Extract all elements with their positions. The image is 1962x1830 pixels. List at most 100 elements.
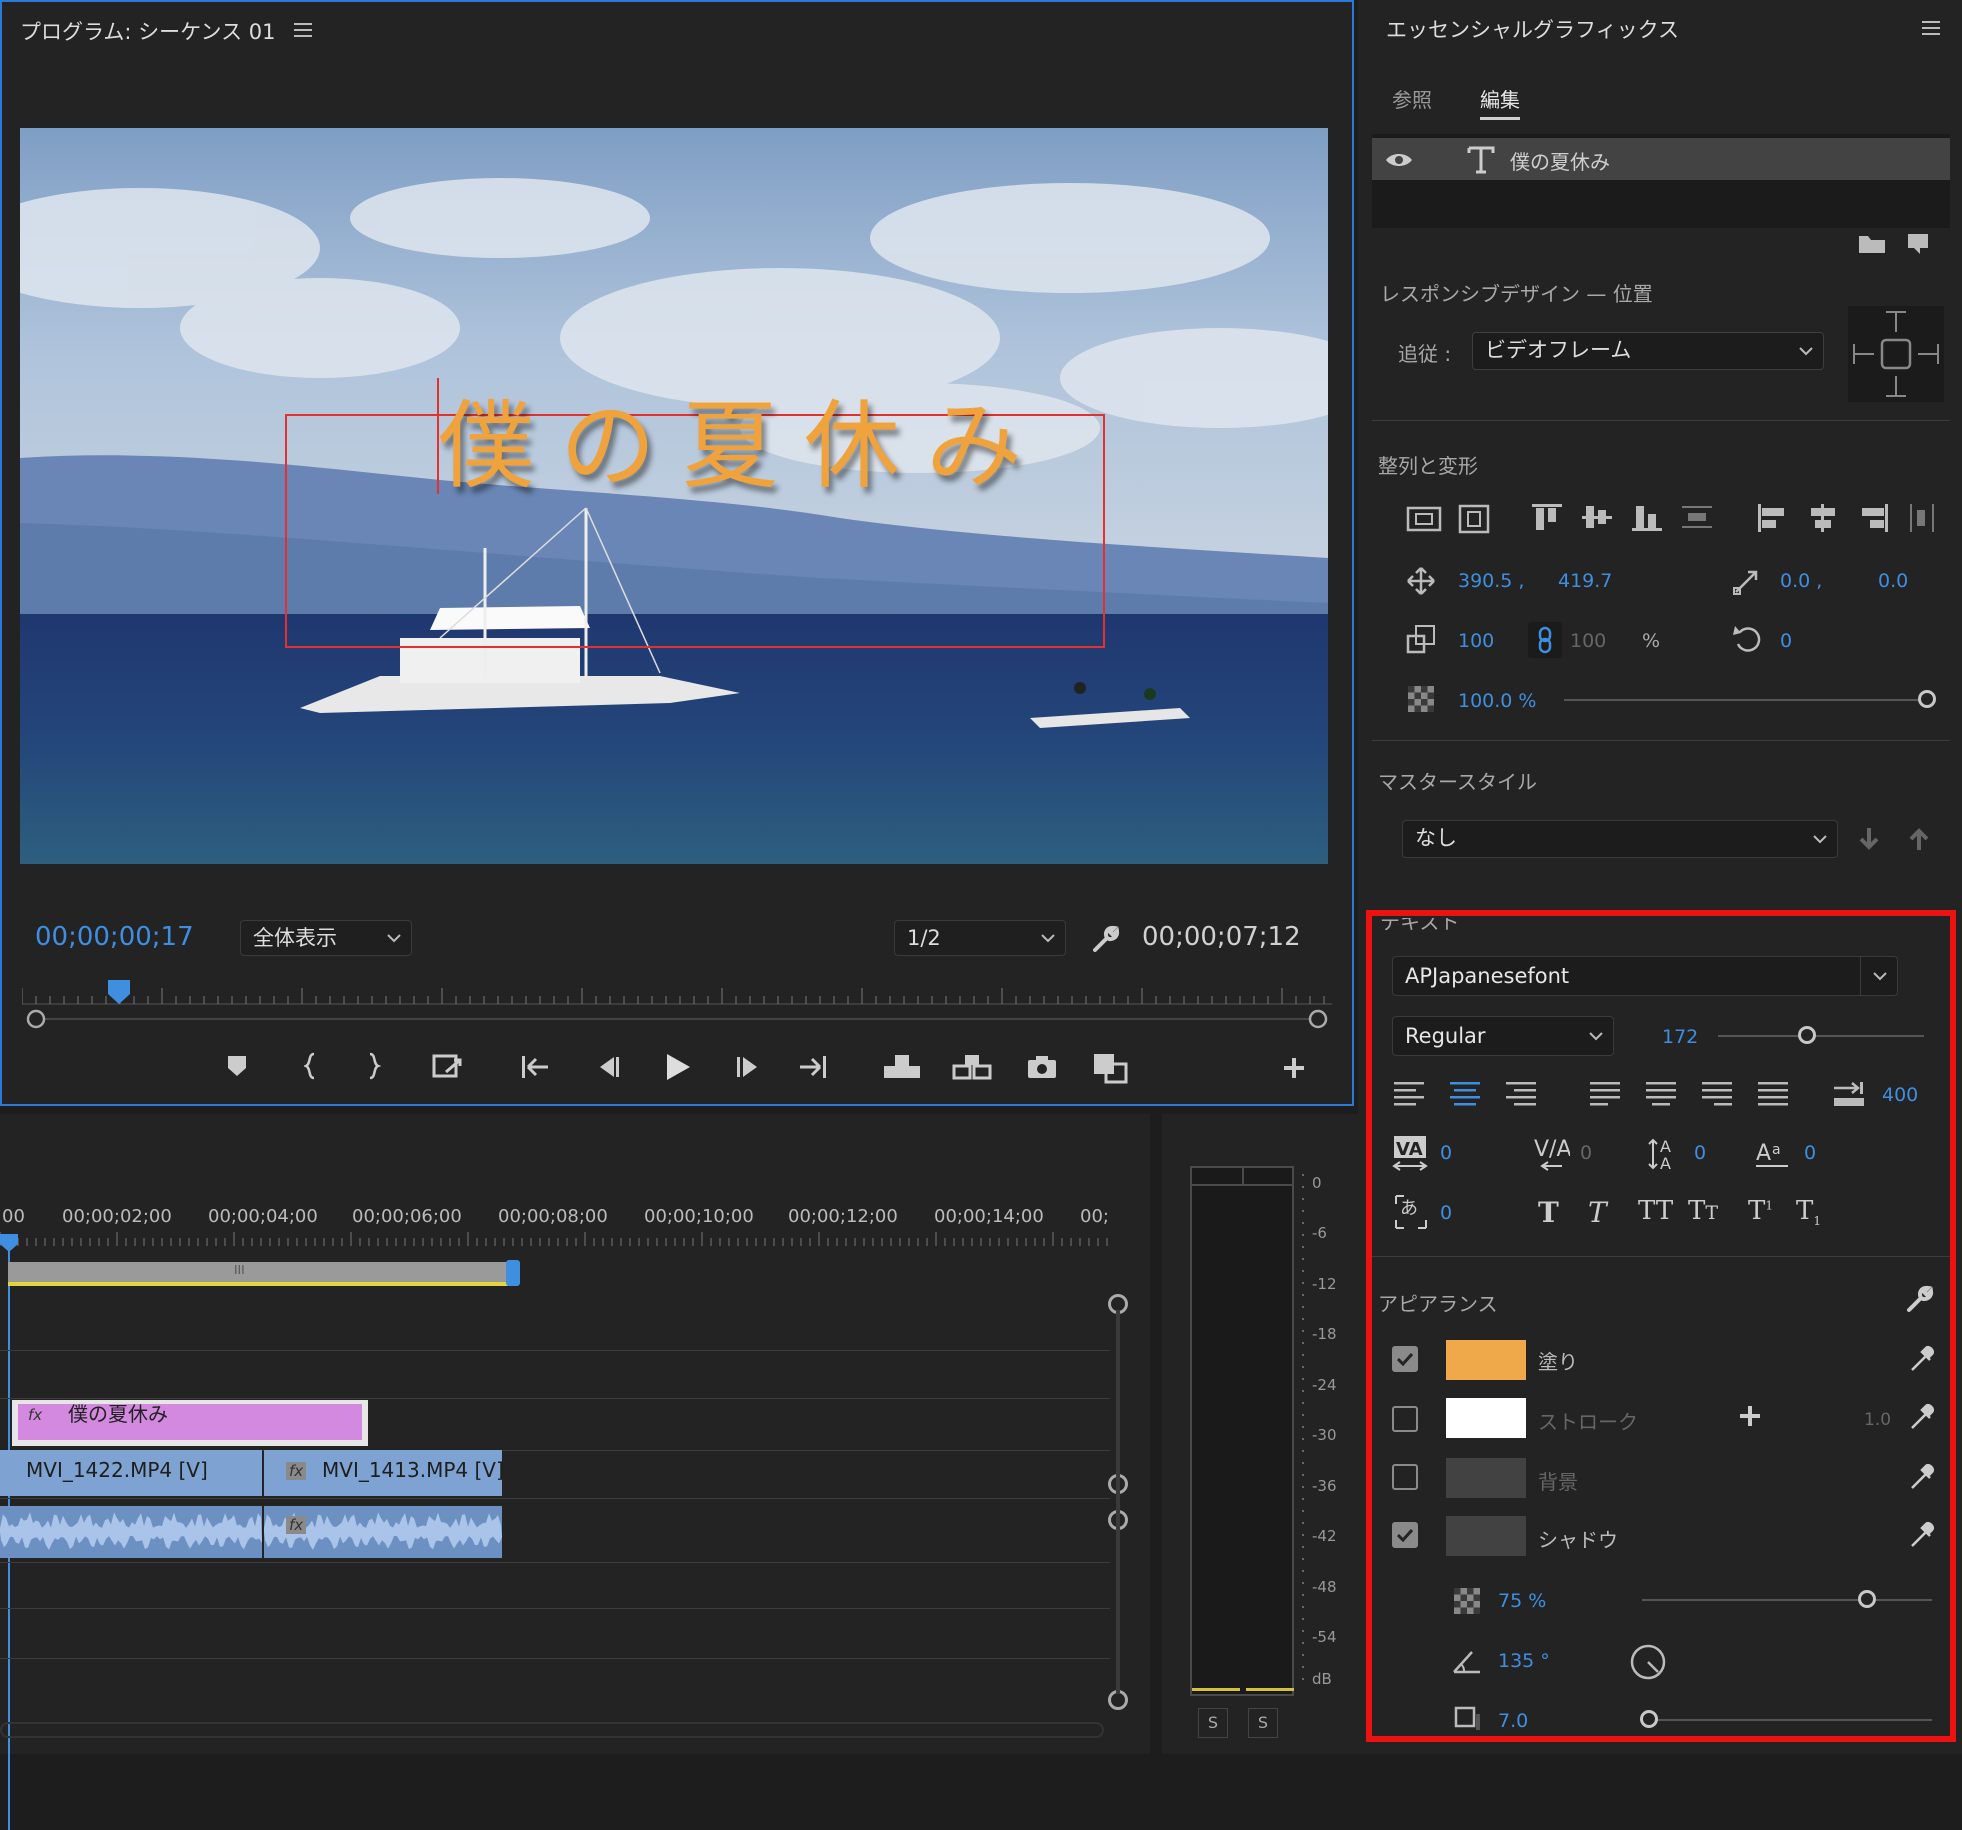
shadow-distance-slider[interactable] bbox=[1642, 1719, 1932, 1721]
align-horizontal-center-icon[interactable] bbox=[1456, 504, 1492, 538]
anchor-x-value[interactable]: 0.0 , bbox=[1780, 570, 1822, 592]
faux-italic-icon[interactable]: T bbox=[1588, 1196, 1607, 1229]
tab-width-icon[interactable] bbox=[1832, 1080, 1866, 1112]
extract-icon[interactable] bbox=[952, 1052, 992, 1086]
shadow-opacity-slider[interactable] bbox=[1642, 1599, 1932, 1601]
title-clip[interactable]: fx 僕の夏休み bbox=[12, 1400, 368, 1446]
go-to-out-icon[interactable] bbox=[798, 1054, 828, 1084]
align-right-icon[interactable] bbox=[1856, 502, 1890, 536]
folder-icon[interactable] bbox=[1858, 234, 1886, 258]
master-style-dropdown[interactable]: なし bbox=[1402, 820, 1838, 858]
layer-row[interactable]: 僕の夏休み bbox=[1372, 138, 1950, 180]
align-middle-icon[interactable] bbox=[1580, 502, 1614, 536]
compare-view-icon[interactable] bbox=[1092, 1050, 1130, 1088]
video-clip-2[interactable]: fx MVI_1413.MP4 [V] bbox=[264, 1450, 504, 1496]
shadow-opacity-value[interactable]: 75 % bbox=[1498, 1590, 1546, 1612]
tab-width-value[interactable]: 400 bbox=[1882, 1084, 1918, 1106]
right-align-text-icon[interactable] bbox=[1506, 1080, 1538, 1112]
add-marker-icon[interactable] bbox=[226, 1054, 248, 1082]
fill-checkbox[interactable] bbox=[1392, 1346, 1418, 1372]
center-align-text-icon[interactable] bbox=[1450, 1080, 1482, 1112]
program-title[interactable]: プログラム: シーケンス 01 bbox=[20, 16, 275, 46]
track-scrollbar[interactable] bbox=[1116, 1310, 1120, 1694]
mark-out-icon[interactable] bbox=[366, 1052, 382, 1084]
solo-right-button[interactable]: S bbox=[1248, 1708, 1278, 1738]
justify-left-icon[interactable] bbox=[1590, 1080, 1622, 1112]
faux-bold-icon[interactable]: T bbox=[1538, 1196, 1559, 1229]
align-vertical-center-icon[interactable] bbox=[1406, 504, 1442, 538]
background-checkbox[interactable] bbox=[1392, 1464, 1418, 1490]
zoom-bar[interactable] bbox=[24, 1006, 1330, 1032]
tsume-icon[interactable]: あ bbox=[1394, 1194, 1428, 1234]
push-style-down-icon[interactable] bbox=[1858, 826, 1880, 856]
eyedropper-icon[interactable] bbox=[1908, 1462, 1936, 1496]
eyedropper-icon[interactable] bbox=[1908, 1344, 1936, 1378]
angle-dial[interactable] bbox=[1628, 1642, 1668, 1686]
mark-in-icon[interactable] bbox=[302, 1052, 320, 1084]
distribute-horizontal-icon[interactable] bbox=[1906, 502, 1940, 536]
rotation-value[interactable]: 0 bbox=[1780, 630, 1792, 652]
font-style-dropdown[interactable]: Regular bbox=[1392, 1016, 1614, 1056]
font-dropdown[interactable]: APJapanesefont bbox=[1392, 956, 1898, 996]
add-stroke-icon[interactable] bbox=[1738, 1404, 1762, 1432]
work-area-bar[interactable]: III bbox=[8, 1262, 508, 1286]
wrench-icon[interactable] bbox=[1090, 924, 1120, 958]
background-color-swatch[interactable] bbox=[1446, 1458, 1526, 1498]
font-size-slider-knob[interactable] bbox=[1798, 1026, 1816, 1044]
wrench-icon[interactable] bbox=[1904, 1284, 1934, 1318]
camera-icon[interactable] bbox=[1026, 1054, 1058, 1084]
timeline-ruler[interactable]: 00 00;00;02;00 00;00;04;00 00;00;06;00 0… bbox=[0, 1114, 1110, 1254]
scale-value[interactable]: 100 bbox=[1458, 630, 1494, 652]
position-y-value[interactable]: 419.7 bbox=[1558, 570, 1612, 592]
fill-color-swatch[interactable] bbox=[1446, 1340, 1526, 1380]
playhead-timeline[interactable] bbox=[0, 1234, 20, 1258]
lift-icon[interactable] bbox=[882, 1052, 922, 1086]
justify-center-icon[interactable] bbox=[1646, 1080, 1678, 1112]
zoom-dropdown[interactable]: 全体表示 bbox=[240, 920, 412, 956]
opacity-value[interactable]: 100.0 % bbox=[1458, 690, 1537, 712]
justify-all-icon[interactable] bbox=[1758, 1080, 1790, 1112]
leading-value[interactable]: 0 bbox=[1694, 1142, 1706, 1164]
align-left-icon[interactable] bbox=[1756, 502, 1790, 536]
hamburger-icon[interactable] bbox=[1922, 20, 1940, 39]
all-caps-icon[interactable]: TT bbox=[1638, 1196, 1673, 1226]
eyedropper-icon[interactable] bbox=[1908, 1520, 1936, 1554]
tab-edit[interactable]: 編集 bbox=[1480, 84, 1520, 120]
audio-clip-2[interactable]: fx bbox=[264, 1506, 502, 1558]
shadow-color-swatch[interactable] bbox=[1446, 1516, 1526, 1556]
shadow-distance-value[interactable]: 7.0 bbox=[1498, 1710, 1528, 1732]
audio-clip-1[interactable] bbox=[0, 1506, 262, 1558]
tab-browse[interactable]: 参照 bbox=[1392, 84, 1432, 113]
font-size-slider[interactable] bbox=[1718, 1035, 1924, 1037]
play-icon[interactable] bbox=[664, 1052, 692, 1086]
tracking-icon[interactable]: VA bbox=[1392, 1134, 1430, 1176]
solo-left-button[interactable]: S bbox=[1198, 1708, 1228, 1738]
resolution-dropdown[interactable]: 1/2 bbox=[894, 920, 1066, 956]
go-to-in-point-icon[interactable] bbox=[520, 1054, 550, 1084]
baseline-shift-icon[interactable]: Aa bbox=[1754, 1134, 1792, 1176]
video-preview[interactable]: 僕の夏休み bbox=[20, 128, 1328, 864]
superscript-icon[interactable]: T1 bbox=[1748, 1196, 1773, 1226]
title-text-overlay[interactable]: 僕の夏休み bbox=[438, 368, 1048, 507]
horizontal-scrollbar[interactable] bbox=[0, 1722, 1104, 1738]
align-center-icon[interactable] bbox=[1806, 502, 1840, 536]
go-to-in-icon[interactable] bbox=[432, 1052, 466, 1086]
shadow-angle-value[interactable]: 135 ° bbox=[1498, 1650, 1550, 1672]
font-size-value[interactable]: 172 bbox=[1662, 1026, 1698, 1048]
step-forward-icon[interactable] bbox=[734, 1054, 762, 1084]
add-button-icon[interactable] bbox=[1282, 1056, 1306, 1084]
align-bottom-icon[interactable] bbox=[1630, 502, 1664, 536]
follow-dropdown[interactable]: ビデオフレーム bbox=[1472, 332, 1824, 370]
justify-right-icon[interactable] bbox=[1702, 1080, 1734, 1112]
distribute-vertical-icon[interactable] bbox=[1680, 502, 1714, 536]
shadow-distance-knob[interactable] bbox=[1640, 1710, 1658, 1728]
baseline-shift-value[interactable]: 0 bbox=[1804, 1142, 1816, 1164]
shadow-opacity-knob[interactable] bbox=[1858, 1590, 1876, 1608]
small-caps-icon[interactable]: TT bbox=[1688, 1196, 1718, 1226]
position-x-value[interactable]: 390.5 , bbox=[1458, 570, 1524, 592]
opacity-slider[interactable] bbox=[1564, 699, 1928, 701]
opacity-slider-knob[interactable] bbox=[1918, 690, 1936, 708]
leading-icon[interactable]: AA bbox=[1648, 1134, 1686, 1176]
align-top-icon[interactable] bbox=[1530, 502, 1564, 536]
panel-title[interactable]: エッセンシャルグラフィックス bbox=[1386, 14, 1679, 44]
